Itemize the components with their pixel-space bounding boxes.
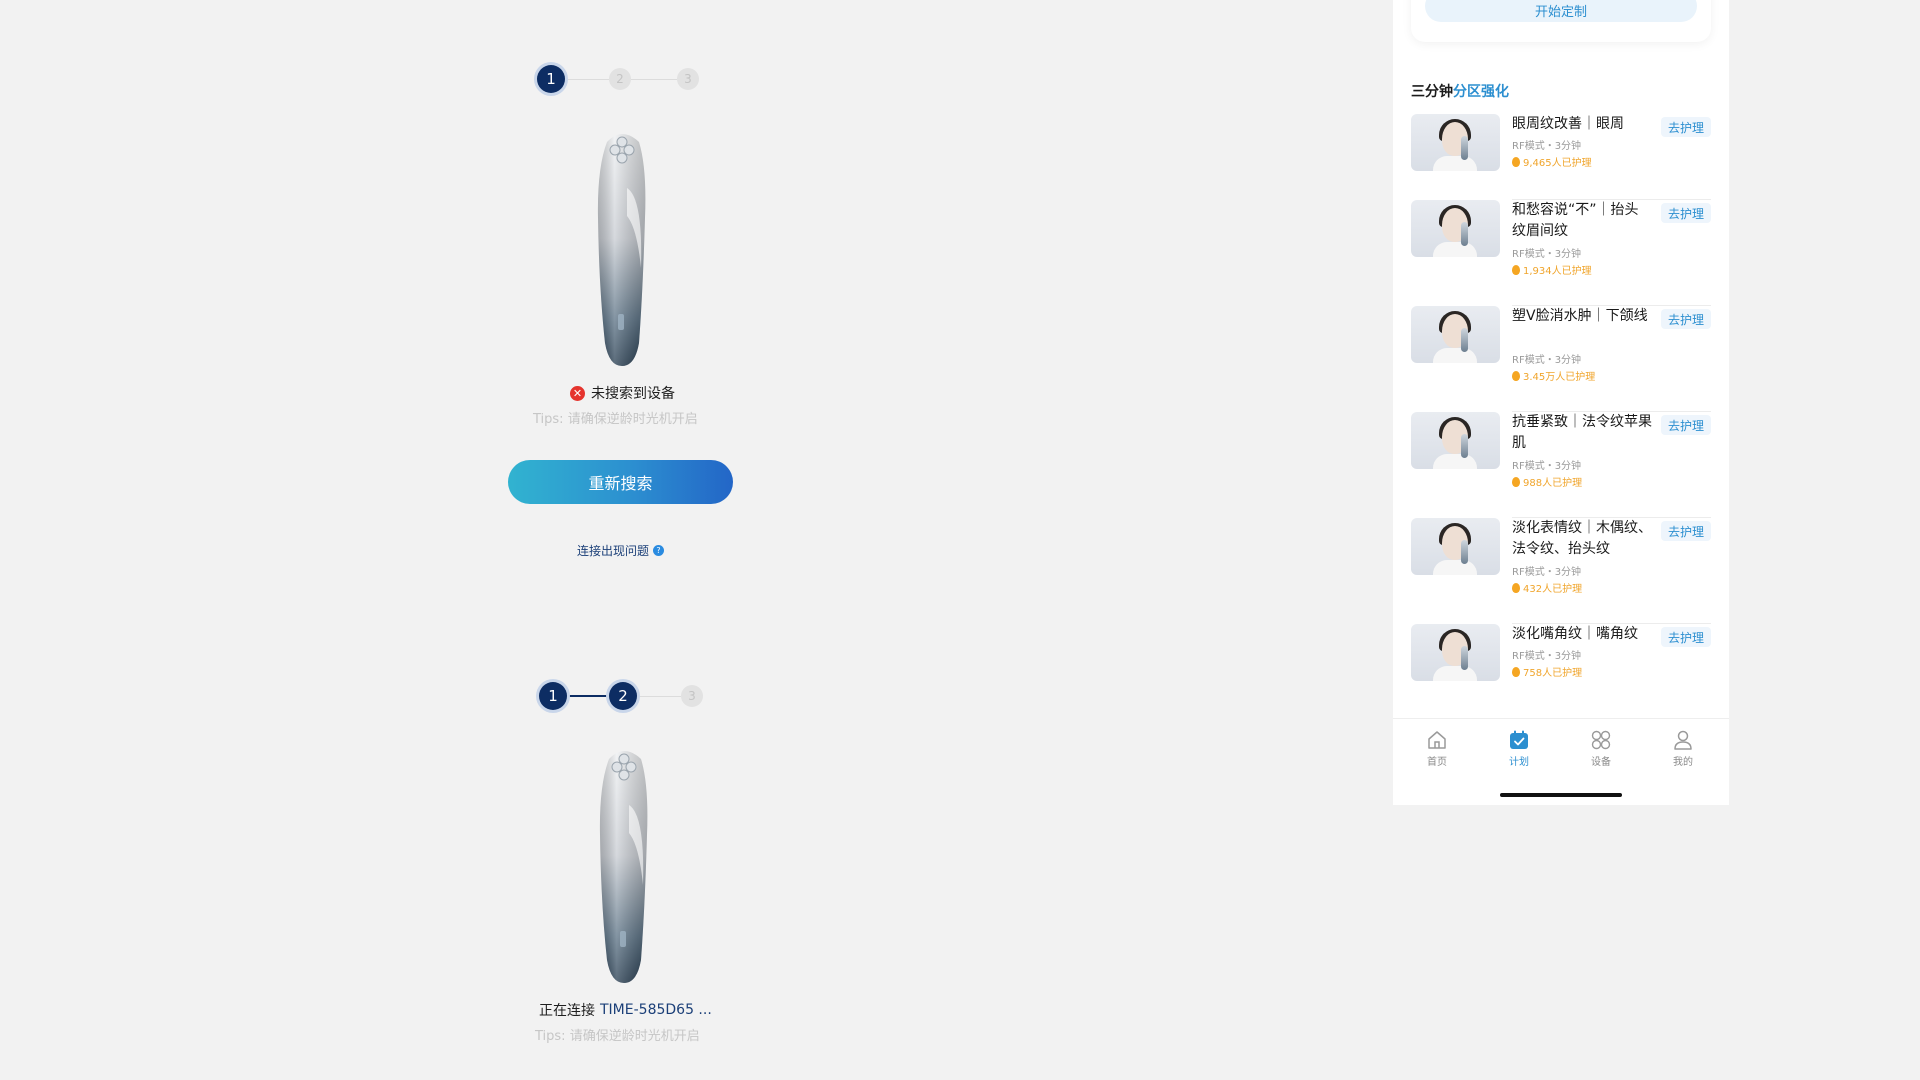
plan-title: 塑V脸消水肿｜下颌线 [1512, 308, 1648, 324]
plan-thumbnail [1411, 200, 1500, 257]
go-care-button[interactable]: 去护理 [1661, 521, 1711, 541]
stepper: 1 2 3 [539, 682, 704, 712]
plan-count-text: 988人已护理 [1523, 478, 1583, 489]
plan-count: 1,934人已护理 [1512, 262, 1592, 277]
plan-thumbnail [1411, 412, 1500, 469]
plan-count: 3.45万人已护理 [1512, 368, 1595, 383]
step-connector [631, 79, 677, 80]
flame-icon [1512, 476, 1520, 487]
step-2: 2 [609, 68, 631, 90]
plan-meta: RF模式・3分钟 [1512, 461, 1582, 472]
connecting-status: 正在连接 TIME-585D65 ... [539, 1000, 712, 1020]
plan-thumbnail [1411, 624, 1500, 681]
plan-thumbnail [1411, 306, 1500, 363]
step-2: 2 [609, 682, 637, 710]
plan-title: 眼周纹改善｜眼周 [1512, 116, 1624, 132]
connection-problem-link[interactable]: 连接出现问题 ? [577, 542, 665, 559]
user-icon [1672, 729, 1694, 751]
error-x-icon: ✕ [570, 385, 585, 401]
plan-meta: RF模式・3分钟 [1512, 651, 1582, 662]
section-title-highlight: 分区强化 [1453, 84, 1509, 100]
plan-meta: RF模式・3分钟 [1512, 567, 1582, 578]
retry-search-button[interactable]: 重新搜索 [508, 460, 733, 504]
plan-title: 淡化嘴角纹｜嘴角纹 [1512, 626, 1638, 642]
go-care-button[interactable]: 去护理 [1661, 627, 1711, 647]
step-3: 3 [681, 685, 703, 707]
step-connector-done [567, 695, 611, 697]
step-connector [637, 696, 681, 697]
plan-count-text: 432人已护理 [1523, 584, 1583, 595]
tab-device[interactable]: 设备 [1571, 729, 1631, 768]
plan-count: 9,465人已护理 [1512, 154, 1592, 169]
plan-thumbnail [1411, 518, 1500, 575]
tab-home[interactable]: 首页 [1407, 729, 1467, 768]
bottom-tab-bar: 首页 计划 设备 我的 [1393, 718, 1729, 805]
question-icon: ? [653, 545, 665, 556]
flame-icon [1512, 370, 1520, 381]
home-indicator [1500, 793, 1622, 797]
tips-text: Tips: 请确保逆龄时光机开启 [535, 1029, 700, 1044]
go-care-button[interactable]: 去护理 [1661, 117, 1711, 137]
tab-label: 我的 [1673, 757, 1693, 768]
problem-link-label: 连接出现问题 [577, 544, 650, 558]
plan-thumbnail [1411, 114, 1500, 171]
plan-count-text: 758人已护理 [1523, 668, 1583, 679]
plan-meta: RF模式・3分钟 [1512, 141, 1582, 152]
section-title-prefix: 三分钟 [1411, 84, 1453, 100]
step-3: 3 [677, 68, 699, 90]
plan-count-text: 9,465人已护理 [1523, 158, 1592, 169]
start-custom-button[interactable]: 开始定制 [1425, 0, 1697, 22]
plan-item[interactable]: 抗垂紧致｜法令纹苹果肌 RF模式・3分钟 988人已护理 去护理 [1411, 412, 1711, 518]
plan-item[interactable]: 和愁容说“不”｜抬头纹眉间纹 RF模式・3分钟 1,934人已护理 去护理 [1411, 200, 1711, 306]
beauty-device-image [599, 751, 648, 983]
plan-count: 432人已护理 [1512, 580, 1582, 595]
device-grid-icon [1590, 729, 1612, 751]
tab-mine[interactable]: 我的 [1653, 729, 1713, 768]
flame-icon [1512, 582, 1520, 593]
connecting-prefix: 正在连接 [539, 1003, 595, 1019]
tab-label: 计划 [1509, 757, 1529, 768]
plan-title: 和愁容说“不”｜抬头纹眉间纹 [1512, 202, 1639, 239]
tab-label: 设备 [1591, 757, 1611, 768]
plan-title: 淡化表情纹｜木偶纹、法令纹、抬头纹 [1512, 520, 1652, 557]
plan-count-text: 3.45万人已护理 [1523, 372, 1596, 383]
plan-count-text: 1,934人已护理 [1523, 266, 1592, 277]
beauty-device-image [597, 134, 646, 366]
plan-item[interactable]: 塑V脸消水肿｜下颌线 RF模式・3分钟 3.45万人已护理 去护理 [1411, 306, 1711, 412]
flame-icon [1512, 264, 1520, 275]
step-1: 1 [539, 682, 567, 710]
plan-meta: RF模式・3分钟 [1512, 249, 1582, 260]
plan-title: 抗垂紧致｜法令纹苹果肌 [1512, 414, 1652, 451]
go-care-button[interactable]: 去护理 [1661, 415, 1711, 435]
home-icon [1426, 729, 1448, 751]
tab-plan[interactable]: 计划 [1489, 729, 1549, 768]
go-care-button[interactable]: 去护理 [1661, 309, 1711, 329]
plan-page-panel: 开始定制 三分钟分区强化 眼周纹改善｜眼周 RF模式・3分钟 9,465人已护理… [1393, 0, 1729, 805]
search-status: ✕ 未搜索到设备 [570, 383, 675, 403]
section-title: 三分钟分区强化 [1411, 81, 1509, 101]
device-name: TIME-585D65 ... [600, 1002, 712, 1018]
plan-meta: RF模式・3分钟 [1512, 355, 1582, 366]
stepper: 1 2 3 [537, 65, 702, 95]
go-care-button[interactable]: 去护理 [1661, 203, 1711, 223]
flame-icon [1512, 666, 1520, 677]
plan-item[interactable]: 淡化嘴角纹｜嘴角纹 RF模式・3分钟 758人已护理 去护理 [1411, 624, 1711, 730]
custom-plan-card: 开始定制 [1411, 0, 1711, 42]
step-1: 1 [537, 65, 565, 93]
tab-label: 首页 [1427, 757, 1447, 768]
status-text: 未搜索到设备 [591, 386, 675, 402]
calendar-check-icon [1508, 729, 1530, 751]
tips-text: Tips: 请确保逆龄时光机开启 [533, 412, 698, 427]
plan-count: 988人已护理 [1512, 474, 1582, 489]
plan-item[interactable]: 淡化表情纹｜木偶纹、法令纹、抬头纹 RF模式・3分钟 432人已护理 去护理 [1411, 518, 1711, 624]
step-connector [565, 79, 609, 80]
plan-count: 758人已护理 [1512, 664, 1582, 679]
flame-icon [1512, 156, 1520, 167]
